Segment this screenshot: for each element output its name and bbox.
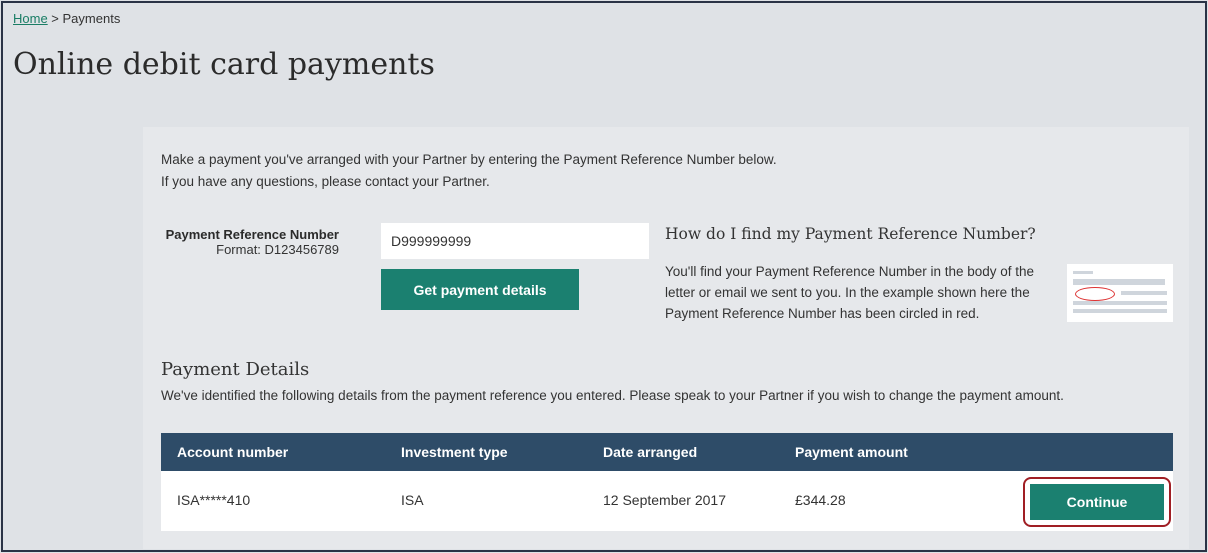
breadcrumb-current: Payments [62, 11, 121, 26]
breadcrumb: Home > Payments [13, 11, 120, 26]
continue-highlight: Continue [1023, 477, 1171, 527]
prn-label: Payment Reference Number Format: D123456… [161, 227, 339, 257]
help-title: How do I find my Payment Reference Numbe… [665, 225, 1036, 243]
cell-payment-amount: £344.28 [795, 492, 846, 508]
header-account-number: Account number [177, 444, 289, 460]
continue-button[interactable]: Continue [1030, 484, 1164, 520]
header-investment-type: Investment type [401, 444, 508, 460]
payment-table: Account number Investment type Date arra… [161, 433, 1173, 531]
intro-line-2: If you have any questions, please contac… [161, 174, 490, 189]
red-circle-highlight [1075, 287, 1115, 301]
help-text: You'll find your Payment Reference Numbe… [665, 264, 1035, 321]
cell-date-arranged: 12 September 2017 [603, 492, 726, 508]
cell-account-number: ISA*****410 [177, 492, 251, 508]
breadcrumb-separator: > [47, 11, 63, 26]
get-payment-details-button[interactable]: Get payment details [381, 269, 579, 310]
prn-input[interactable] [381, 223, 649, 259]
payment-panel: Make a payment you've arranged with your… [143, 127, 1189, 549]
payment-details-text: We've identified the following details f… [161, 388, 1064, 403]
page-title: Online debit card payments [13, 47, 435, 82]
intro-line-1: Make a payment you've arranged with your… [161, 152, 777, 167]
payment-details-title: Payment Details [161, 359, 310, 380]
prn-label-title: Payment Reference Number [165, 227, 339, 242]
header-date-arranged: Date arranged [603, 444, 698, 460]
intro-text: Make a payment you've arranged with your… [161, 149, 777, 193]
page-frame: Home > Payments Online debit card paymen… [1, 1, 1207, 552]
prn-format-hint: Format: D123456789 [216, 242, 339, 257]
breadcrumb-home-link[interactable]: Home [13, 11, 48, 26]
table-header: Account number Investment type Date arra… [161, 433, 1173, 471]
table-row: ISA*****410 ISA 12 September 2017 £344.2… [161, 471, 1173, 531]
letter-example-image [1067, 264, 1173, 322]
header-payment-amount: Payment amount [795, 444, 908, 460]
cell-investment-type: ISA [401, 492, 424, 508]
